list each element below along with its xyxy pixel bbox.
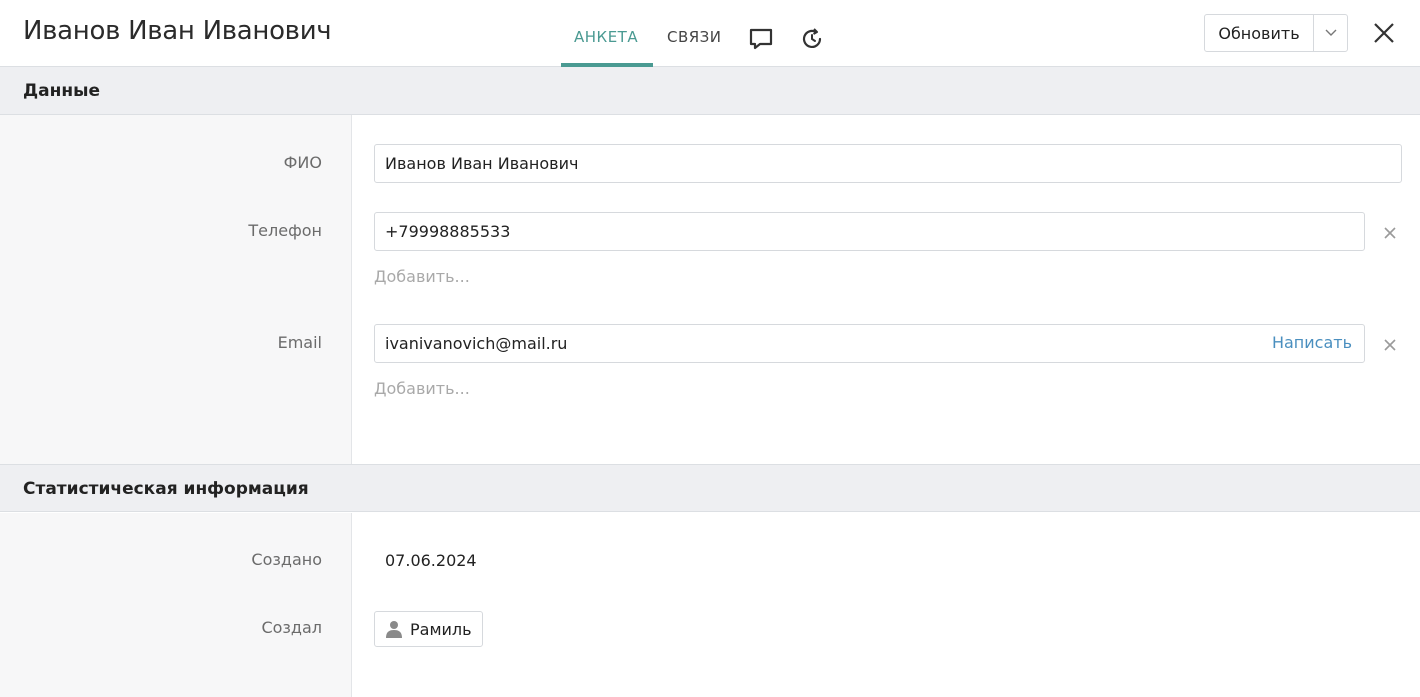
refresh-button[interactable]: Обновить — [1204, 14, 1314, 52]
chevron-down-icon — [1325, 29, 1336, 36]
phone-value: +79998885533 — [385, 222, 511, 241]
remove-email-button[interactable] — [1381, 336, 1399, 354]
add-phone-link[interactable]: Добавить... — [374, 267, 470, 286]
email-field[interactable]: ivanivanovich@mail.ru Написать — [374, 324, 1365, 363]
labels-column — [0, 513, 352, 697]
section-title: Статистическая информация — [23, 479, 309, 499]
close-button[interactable] — [1369, 18, 1399, 48]
section-title: Данные — [23, 81, 101, 101]
tab-svyazi[interactable]: СВЯЗИ — [667, 28, 722, 46]
add-email-link[interactable]: Добавить... — [374, 379, 470, 398]
phone-field[interactable]: +79998885533 — [374, 212, 1365, 251]
page-title: Иванов Иван Иванович — [23, 16, 332, 46]
creator-chip[interactable]: Рамиль — [374, 611, 483, 647]
record-header: Иванов Иван Иванович АНКЕТА СВЯЗИ Обнови… — [0, 0, 1420, 67]
history-icon[interactable] — [799, 26, 825, 52]
phone-label: Телефон — [248, 221, 322, 240]
refresh-dropdown-button[interactable] — [1313, 14, 1348, 52]
email-label: Email — [277, 333, 322, 352]
tab-anketa[interactable]: АНКЕТА — [574, 28, 638, 46]
close-icon — [1384, 339, 1396, 351]
section-data-header: Данные — [0, 67, 1420, 115]
creator-label: Создал — [261, 618, 322, 637]
fio-value: Иванов Иван Иванович — [385, 154, 579, 173]
fio-label: ФИО — [283, 153, 322, 172]
creator-name: Рамиль — [410, 619, 472, 639]
close-icon — [1384, 227, 1396, 239]
created-label: Создано — [251, 550, 322, 569]
close-icon — [1374, 23, 1394, 43]
email-value: ivanivanovich@mail.ru — [385, 334, 568, 353]
write-email-link[interactable]: Написать — [1272, 333, 1352, 352]
user-icon — [386, 621, 402, 638]
section-stats-header: Статистическая информация — [0, 464, 1420, 512]
fio-field[interactable]: Иванов Иван Иванович — [374, 144, 1402, 183]
comment-icon[interactable] — [748, 26, 774, 52]
remove-phone-button[interactable] — [1381, 224, 1399, 242]
created-value: 07.06.2024 — [385, 551, 477, 570]
